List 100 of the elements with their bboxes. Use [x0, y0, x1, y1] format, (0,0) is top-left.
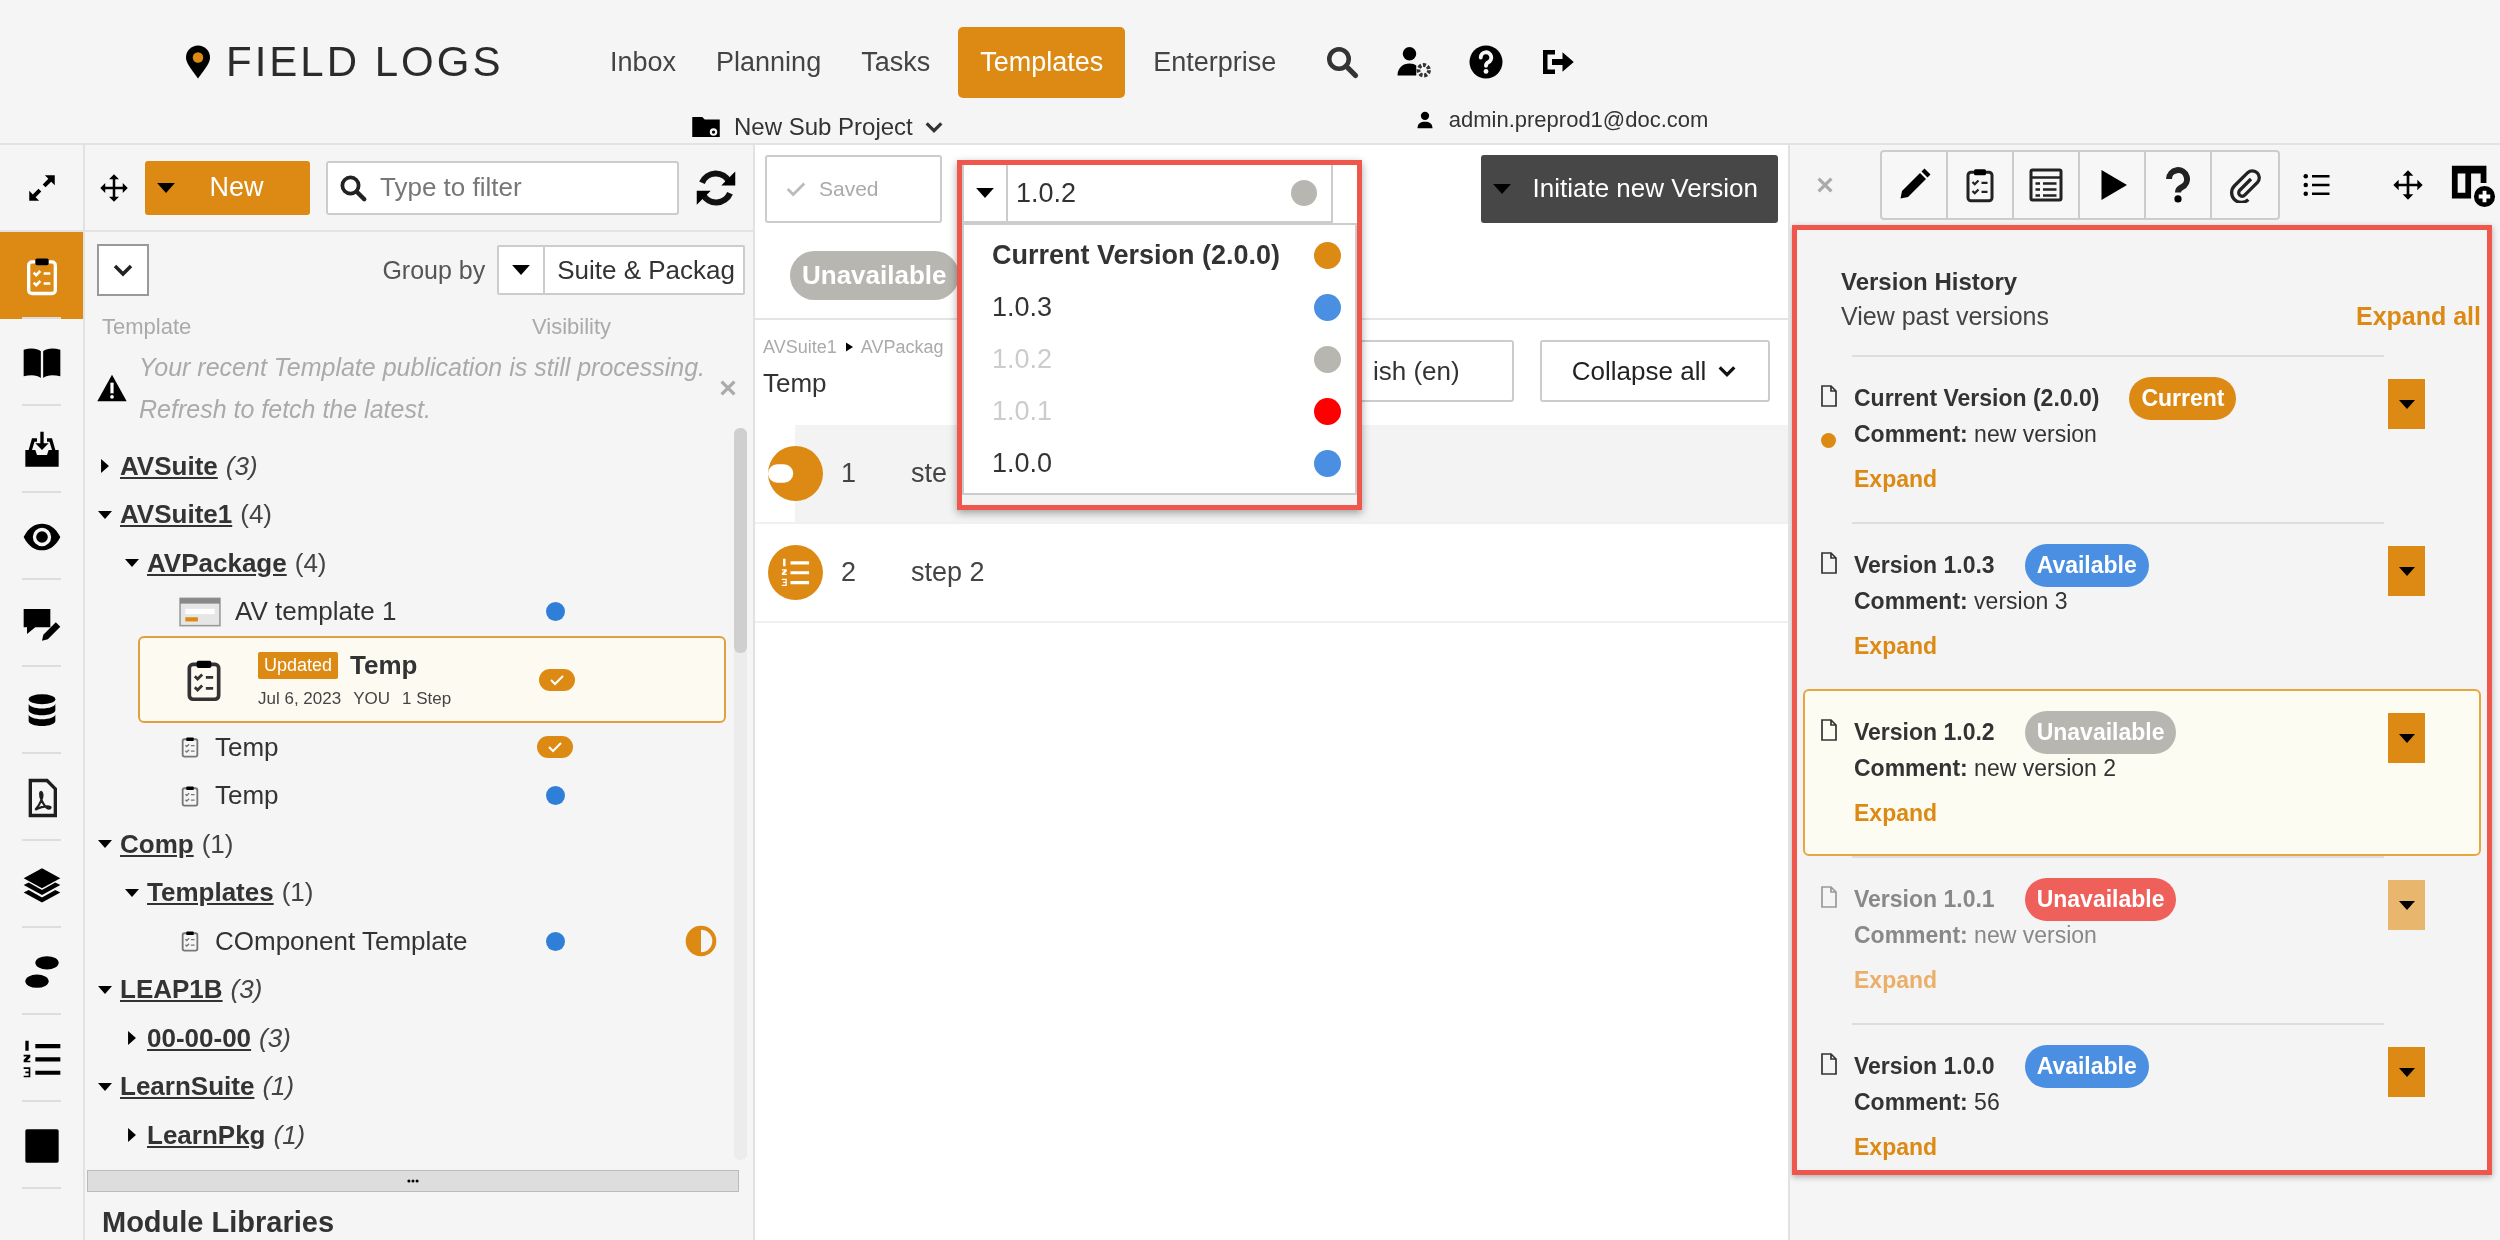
nav-tab[interactable]: Enterprise: [1141, 26, 1289, 98]
scrollbar[interactable]: [734, 428, 747, 1160]
column-header: Template: [102, 314, 193, 340]
folder-link[interactable]: LearnSuite: [120, 1071, 255, 1103]
version-comment: Comment: 56: [1854, 1089, 2001, 1116]
caret-icon: [512, 265, 531, 275]
item-count: (1): [262, 1071, 295, 1103]
version-option[interactable]: 1.0.0: [964, 437, 1355, 489]
template-row[interactable]: Temp: [85, 771, 734, 820]
step-name: ste: [911, 458, 948, 489]
version-option[interactable]: Current Version (2.0.0): [964, 229, 1355, 281]
menu-button[interactable]: [2388, 379, 2425, 429]
panel-title: Version History: [1841, 268, 2019, 296]
group-by-select[interactable]: Suite & Packag: [497, 245, 745, 295]
folder-link[interactable]: AVPackage: [147, 547, 287, 579]
folder-link[interactable]: AVSuite1: [120, 499, 233, 531]
item-count: (3): [225, 450, 258, 482]
logo-text: FIELD LOGS: [226, 38, 504, 86]
item-count: (1): [273, 1119, 306, 1151]
menu-button[interactable]: [2388, 713, 2425, 763]
version-comment: Comment: version 3: [1854, 588, 2069, 615]
template-name: COmponent Template: [215, 925, 468, 957]
version-option[interactable]: 1.0.3: [964, 281, 1355, 333]
step-count: 1 Step: [402, 689, 452, 709]
move-icon[interactable]: [2392, 169, 2424, 201]
step-row[interactable]: 2 step 2: [755, 524, 1788, 623]
resize-handle[interactable]: [87, 1170, 739, 1192]
help-icon[interactable]: [1468, 44, 1505, 80]
item-count: (1): [281, 877, 314, 909]
nav-tab[interactable]: Inbox: [598, 26, 689, 98]
initiate-version-button[interactable]: Initiate new Version: [1480, 154, 1778, 223]
caret-icon: [2398, 566, 2415, 576]
status-badge: Unavailable: [2024, 877, 2177, 921]
version-title: Version 1.0.0: [1854, 1052, 1995, 1080]
panel-subtitle: View past versions: [1841, 302, 2050, 331]
item-count: (3): [230, 974, 263, 1006]
status-badge: Available: [2024, 1044, 2149, 1088]
template-name: Temp: [350, 650, 418, 681]
caret-icon: [1492, 183, 1511, 194]
status-badge: Available: [2024, 543, 2149, 587]
version-comment: Comment: new version: [1854, 421, 2098, 448]
template-name: Temp: [215, 780, 279, 812]
version-card[interactable]: Current Version (2.0.0) Current Comment: new version Expand: [1803, 355, 2481, 522]
item-count: (1): [201, 828, 234, 860]
item-count: (3): [259, 1022, 291, 1054]
author-text: YOU: [353, 689, 391, 709]
clipboard-icon: [179, 736, 201, 759]
status-badge: Unavailable: [2024, 710, 2177, 754]
template-row[interactable]: Temp: [85, 723, 734, 772]
template-card[interactable]: Updated Temp Jul 6, 2023 YOU 1 Step: [138, 636, 726, 723]
nav-tab[interactable]: Tasks: [849, 26, 943, 98]
version-title: Version 1.0.2: [1854, 718, 1995, 746]
caret-icon: [2398, 399, 2415, 409]
version-card[interactable]: Version 1.0.3 Available Comment: version 3 Expand: [1803, 522, 2481, 689]
notice-text: Your recent Template publication is still processing. Refresh to fetch the latest.: [139, 352, 707, 425]
template-row[interactable]: AV template 1: [85, 587, 734, 636]
caret-icon: [157, 182, 175, 193]
caret-icon: [2398, 733, 2415, 743]
clipboard-icon: [179, 784, 201, 807]
folder-link[interactable]: 00-00-00: [147, 1022, 252, 1054]
folder-link[interactable]: Templates: [147, 877, 274, 909]
folder-link[interactable]: AVSuite: [120, 450, 218, 482]
version-card[interactable]: Version 1.0.2 Unavailable Comment: new version 2 Expand: [1803, 689, 2481, 856]
menu-button[interactable]: [2388, 1047, 2425, 1097]
folder-link[interactable]: LEAP1B: [120, 974, 223, 1006]
step-name: step 2: [911, 557, 985, 588]
caret-icon: [976, 188, 994, 198]
paperclip-icon: [2227, 167, 2263, 203]
folder-link[interactable]: LearnPkg: [147, 1119, 266, 1151]
version-title: Current Version (2.0.0): [1854, 384, 2100, 412]
collapse-all-button[interactable]: Collapse all: [1540, 340, 1770, 402]
status-badge: Current: [2129, 376, 2237, 420]
collapse-button[interactable]: [97, 244, 149, 296]
step-number: 2: [840, 557, 858, 588]
search-icon[interactable]: [1324, 44, 1361, 80]
version-title: Version 1.0.1: [1854, 885, 1995, 913]
section-heading: Module Libraries: [102, 1206, 336, 1240]
version-comment: Comment: new version: [1854, 922, 2098, 949]
version-card[interactable]: Version 1.0.0 Available Comment: 56 Expand: [1803, 1023, 2481, 1190]
menu-button[interactable]: [2388, 546, 2425, 596]
numbered-list-icon: [768, 545, 823, 600]
version-title: Version 1.0.3: [1854, 551, 1995, 579]
move-icon[interactable]: [99, 172, 129, 203]
group-by-label: Group by: [382, 255, 486, 285]
template-row[interactable]: COmponent Template: [85, 917, 734, 966]
status-badge: Unavailable: [790, 250, 959, 300]
folder-link[interactable]: Comp: [120, 828, 194, 860]
version-comment: Comment: new version 2: [1854, 755, 2118, 782]
nav-tab[interactable]: Planning: [704, 26, 834, 98]
filter-field[interactable]: Type to filter: [326, 160, 679, 215]
user-email: admin.preprod1@doc.com: [1448, 106, 1709, 133]
caret-icon: [2398, 1067, 2415, 1077]
numbered-list-icon: [21, 1038, 62, 1079]
user-settings-icon[interactable]: [1396, 44, 1433, 80]
version-select[interactable]: 1.0.2: [962, 165, 1333, 223]
template-title: Temp: [763, 368, 828, 399]
item-count: (4): [240, 499, 272, 531]
project-selector[interactable]: New Sub Project: [688, 111, 945, 142]
template-name: Temp: [215, 731, 279, 763]
ring-icon: [768, 446, 823, 501]
